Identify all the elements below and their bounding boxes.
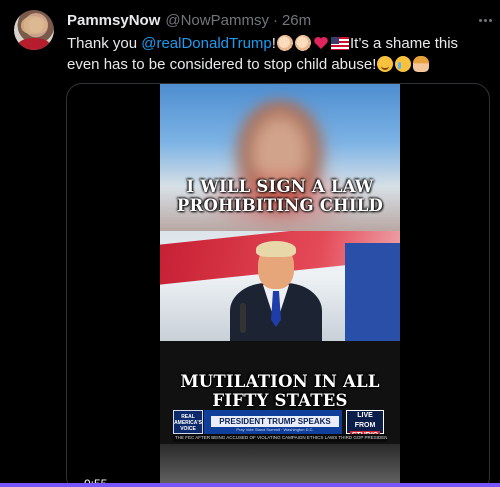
news-lower-third: REAL AMERICA'S VOICE PRESIDENT TRUMP SPE… xyxy=(160,410,400,444)
tweet-text: Thank you @realDonaldTrump! It’s a shame … xyxy=(67,33,487,75)
separator-dot: · xyxy=(272,11,278,29)
video-bottom-panel xyxy=(160,444,400,487)
caption-bottom: MUTILATION IN ALL FIFTY STATES xyxy=(180,372,380,410)
clapping-hands-icon xyxy=(294,35,311,51)
previous-tweet-edge xyxy=(0,0,500,6)
more-options-icon[interactable] xyxy=(474,11,496,29)
relieved-face-icon xyxy=(377,56,394,72)
tweet-text-intro: Thank you xyxy=(67,35,142,52)
lower-third-subline: Pray Vote Stand Summit · Washington D.C. xyxy=(236,427,314,432)
mention-link[interactable]: @realDonaldTrump xyxy=(141,35,272,52)
avatar[interactable] xyxy=(14,10,54,50)
tweet-text-exclaim: ! xyxy=(271,35,276,52)
us-flag-icon xyxy=(330,37,349,50)
tweet[interactable]: PammsyNow @NowPammsy · 26m Thank you @re… xyxy=(0,0,500,487)
user-handle[interactable]: @NowPammsy xyxy=(165,12,269,29)
network-logo: REAL AMERICA'S VOICE xyxy=(173,410,203,434)
clapping-hands-icon xyxy=(276,35,293,51)
news-ticker: THE FEC AFTER BEING ACCUSED OF VIOLATING… xyxy=(173,434,387,442)
crying-face-icon xyxy=(395,56,412,72)
lower-third-headline-box: PRESIDENT TRUMP SPEAKS Pray Vote Stand S… xyxy=(204,410,342,434)
caption-top: I WILL SIGN A LAW PROHIBITING CHILD xyxy=(176,177,384,215)
red-heart-icon xyxy=(313,35,329,51)
lower-third-headline: PRESIDENT TRUMP SPEAKS xyxy=(211,416,339,427)
avatar-shirt xyxy=(18,38,50,50)
accent-bar xyxy=(0,483,500,487)
speaker-scene xyxy=(160,231,400,341)
video-frame[interactable]: I WILL SIGN A LAW PROHIBITING CHILD REAL… xyxy=(160,84,400,487)
video-player[interactable]: I WILL SIGN A LAW PROHIBITING CHILD REAL… xyxy=(66,83,490,487)
avatar-hair xyxy=(21,16,47,34)
display-name[interactable]: PammsyNow xyxy=(67,12,160,29)
person-facepalming-icon xyxy=(413,56,430,72)
live-badge: LIVE FROM STUDIO xyxy=(346,410,384,441)
timestamp[interactable]: 26m xyxy=(282,12,311,29)
live-label: LIVE FROM xyxy=(354,412,376,429)
microphone-icon xyxy=(240,303,246,333)
tweet-header: PammsyNow @NowPammsy · 26m xyxy=(67,10,311,30)
